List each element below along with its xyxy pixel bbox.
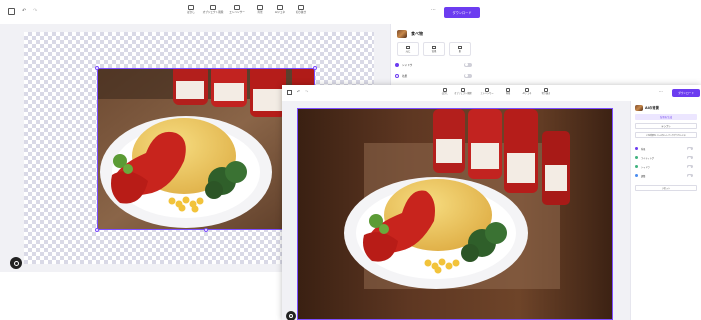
row-background[interactable]: 背景 (635, 145, 697, 152)
shadow-toggle[interactable] (687, 165, 693, 169)
button-label: テンプレ (661, 125, 671, 128)
background-icon (635, 147, 638, 150)
reset-button[interactable]: リセット (635, 185, 697, 191)
undo-icon[interactable]: ↶ (297, 90, 300, 94)
effects-icon (395, 73, 399, 78)
image-thumbnail[interactable] (635, 105, 643, 111)
adjust-icon (635, 174, 638, 177)
top-toolbar: ↶ ↷ ぼかし オブジェクト削除 エンハンサー 背景 AIジェネ 切り抜き ··… (282, 85, 701, 101)
button-label: この背景をインスタントバックグラウンドに (646, 134, 686, 137)
tool-label: ぼかし (187, 11, 195, 14)
download-button[interactable]: ダウンロード (444, 7, 480, 18)
selection-handle[interactable] (95, 66, 99, 70)
blur-icon (188, 5, 194, 10)
row-label: 効果 (402, 74, 408, 78)
screenshot-root: ↶ ↷ ぼかし オブジェクト削除 エンハンサー 背景 AIジェネ 切り抜き ··… (0, 0, 701, 320)
help-button[interactable] (286, 311, 296, 320)
tool-label: AIジェネ (274, 11, 286, 14)
download-label: ダウンロード (678, 92, 694, 95)
tile-label: 影 (458, 49, 462, 53)
tool-label: オブジェクト削除 (202, 11, 224, 14)
generate-background-button[interactable]: 背景を生成 (635, 114, 697, 120)
tool-object-remove[interactable]: オブジェクト削除 (452, 88, 474, 99)
row-label: 調整 (641, 174, 646, 178)
sparkle-icon (277, 5, 283, 10)
tile-shadow[interactable]: 影 (449, 42, 471, 56)
template-button[interactable]: テンプレ (635, 123, 697, 129)
download-button[interactable]: ダウンロード (672, 89, 700, 97)
tile-label: 元に (405, 49, 411, 53)
row-label: シャドウ (402, 63, 413, 67)
help-icon (289, 314, 293, 318)
row-label: ライティング (641, 156, 654, 160)
shadow-toggle[interactable] (464, 62, 472, 67)
help-icon (13, 260, 19, 266)
tool-label: 切り抜き (295, 11, 307, 14)
more-icon[interactable]: ··· (659, 90, 663, 94)
tool-label: 切り抜き (541, 92, 551, 95)
row-effects[interactable]: 効果 (395, 72, 478, 79)
lighting-toggle[interactable] (687, 156, 693, 160)
tool-label: エンハンサー (229, 11, 245, 14)
right-panel: AIの背景 背景を生成 テンプレ この背景をインスタントバックグラウンドに 背景… (630, 101, 701, 320)
canvas-image[interactable] (297, 108, 613, 320)
button-label: リセット (661, 187, 671, 190)
row-label: シャドウ (641, 165, 650, 169)
redo-icon[interactable]: ↷ (305, 90, 308, 94)
background-toggle[interactable] (687, 147, 693, 151)
instant-background-button[interactable]: この背景をインスタントバックグラウンドに (635, 132, 697, 138)
help-button[interactable] (10, 257, 22, 269)
editor-window-front: ↶ ↷ ぼかし オブジェクト削除 エンハンサー 背景 AIジェネ 切り抜き ··… (282, 85, 701, 320)
tool-label: 背景 (257, 11, 263, 14)
enhance-icon (234, 5, 240, 10)
tool-enhancer[interactable]: エンハンサー (476, 88, 498, 99)
panel-title: AIの背景 (645, 106, 660, 110)
tool-label: エンハンサー (480, 92, 494, 95)
background-icon (257, 5, 263, 10)
food-photo-ai-background (298, 109, 612, 319)
row-shadow[interactable]: シャドウ (395, 61, 478, 68)
lighting-icon (635, 156, 638, 159)
button-label: 背景を生成 (660, 116, 672, 119)
effects-toggle[interactable] (464, 73, 472, 78)
eraser-icon (210, 5, 216, 10)
adjust-toggle[interactable] (687, 174, 693, 178)
row-lighting[interactable]: ライティング (635, 154, 697, 161)
selection-handle[interactable] (204, 228, 208, 232)
selection-handle[interactable] (313, 66, 317, 70)
menu-icon[interactable] (8, 8, 15, 15)
tool-label: AIジェネ (522, 92, 532, 95)
crop-icon (298, 5, 304, 10)
row-shadow[interactable]: シャドウ (635, 163, 697, 170)
panel-title: 食べ物 (411, 31, 423, 36)
tile-label: 背景 (431, 49, 437, 53)
more-icon[interactable]: ··· (431, 8, 436, 13)
tool-object-remove[interactable]: オブジェクト削除 (200, 5, 226, 21)
row-label: 背景 (641, 147, 646, 151)
shadow-icon (395, 62, 399, 67)
menu-icon[interactable] (287, 90, 292, 95)
tool-crop[interactable]: 切り抜き (535, 88, 557, 99)
tile-background[interactable]: 背景 (423, 42, 445, 56)
tool-crop[interactable]: 切り抜き (288, 5, 314, 21)
redo-icon[interactable]: ↷ (33, 9, 37, 14)
tool-label: 背景 (505, 92, 511, 95)
top-toolbar: ↶ ↷ ぼかし オブジェクト削除 エンハンサー 背景 AIジェネ 切り抜き ··… (0, 0, 482, 24)
tool-label: オブジェクト削除 (454, 92, 472, 95)
selection-handle[interactable] (95, 228, 99, 232)
shadow-icon (635, 165, 638, 168)
image-thumbnail[interactable] (397, 30, 407, 38)
tile-original[interactable]: 元に (397, 42, 419, 56)
undo-icon[interactable]: ↶ (22, 9, 26, 14)
row-adjust[interactable]: 調整 (635, 172, 697, 179)
tool-label: ぼかし (441, 92, 449, 95)
download-label: ダウンロード (452, 11, 472, 15)
